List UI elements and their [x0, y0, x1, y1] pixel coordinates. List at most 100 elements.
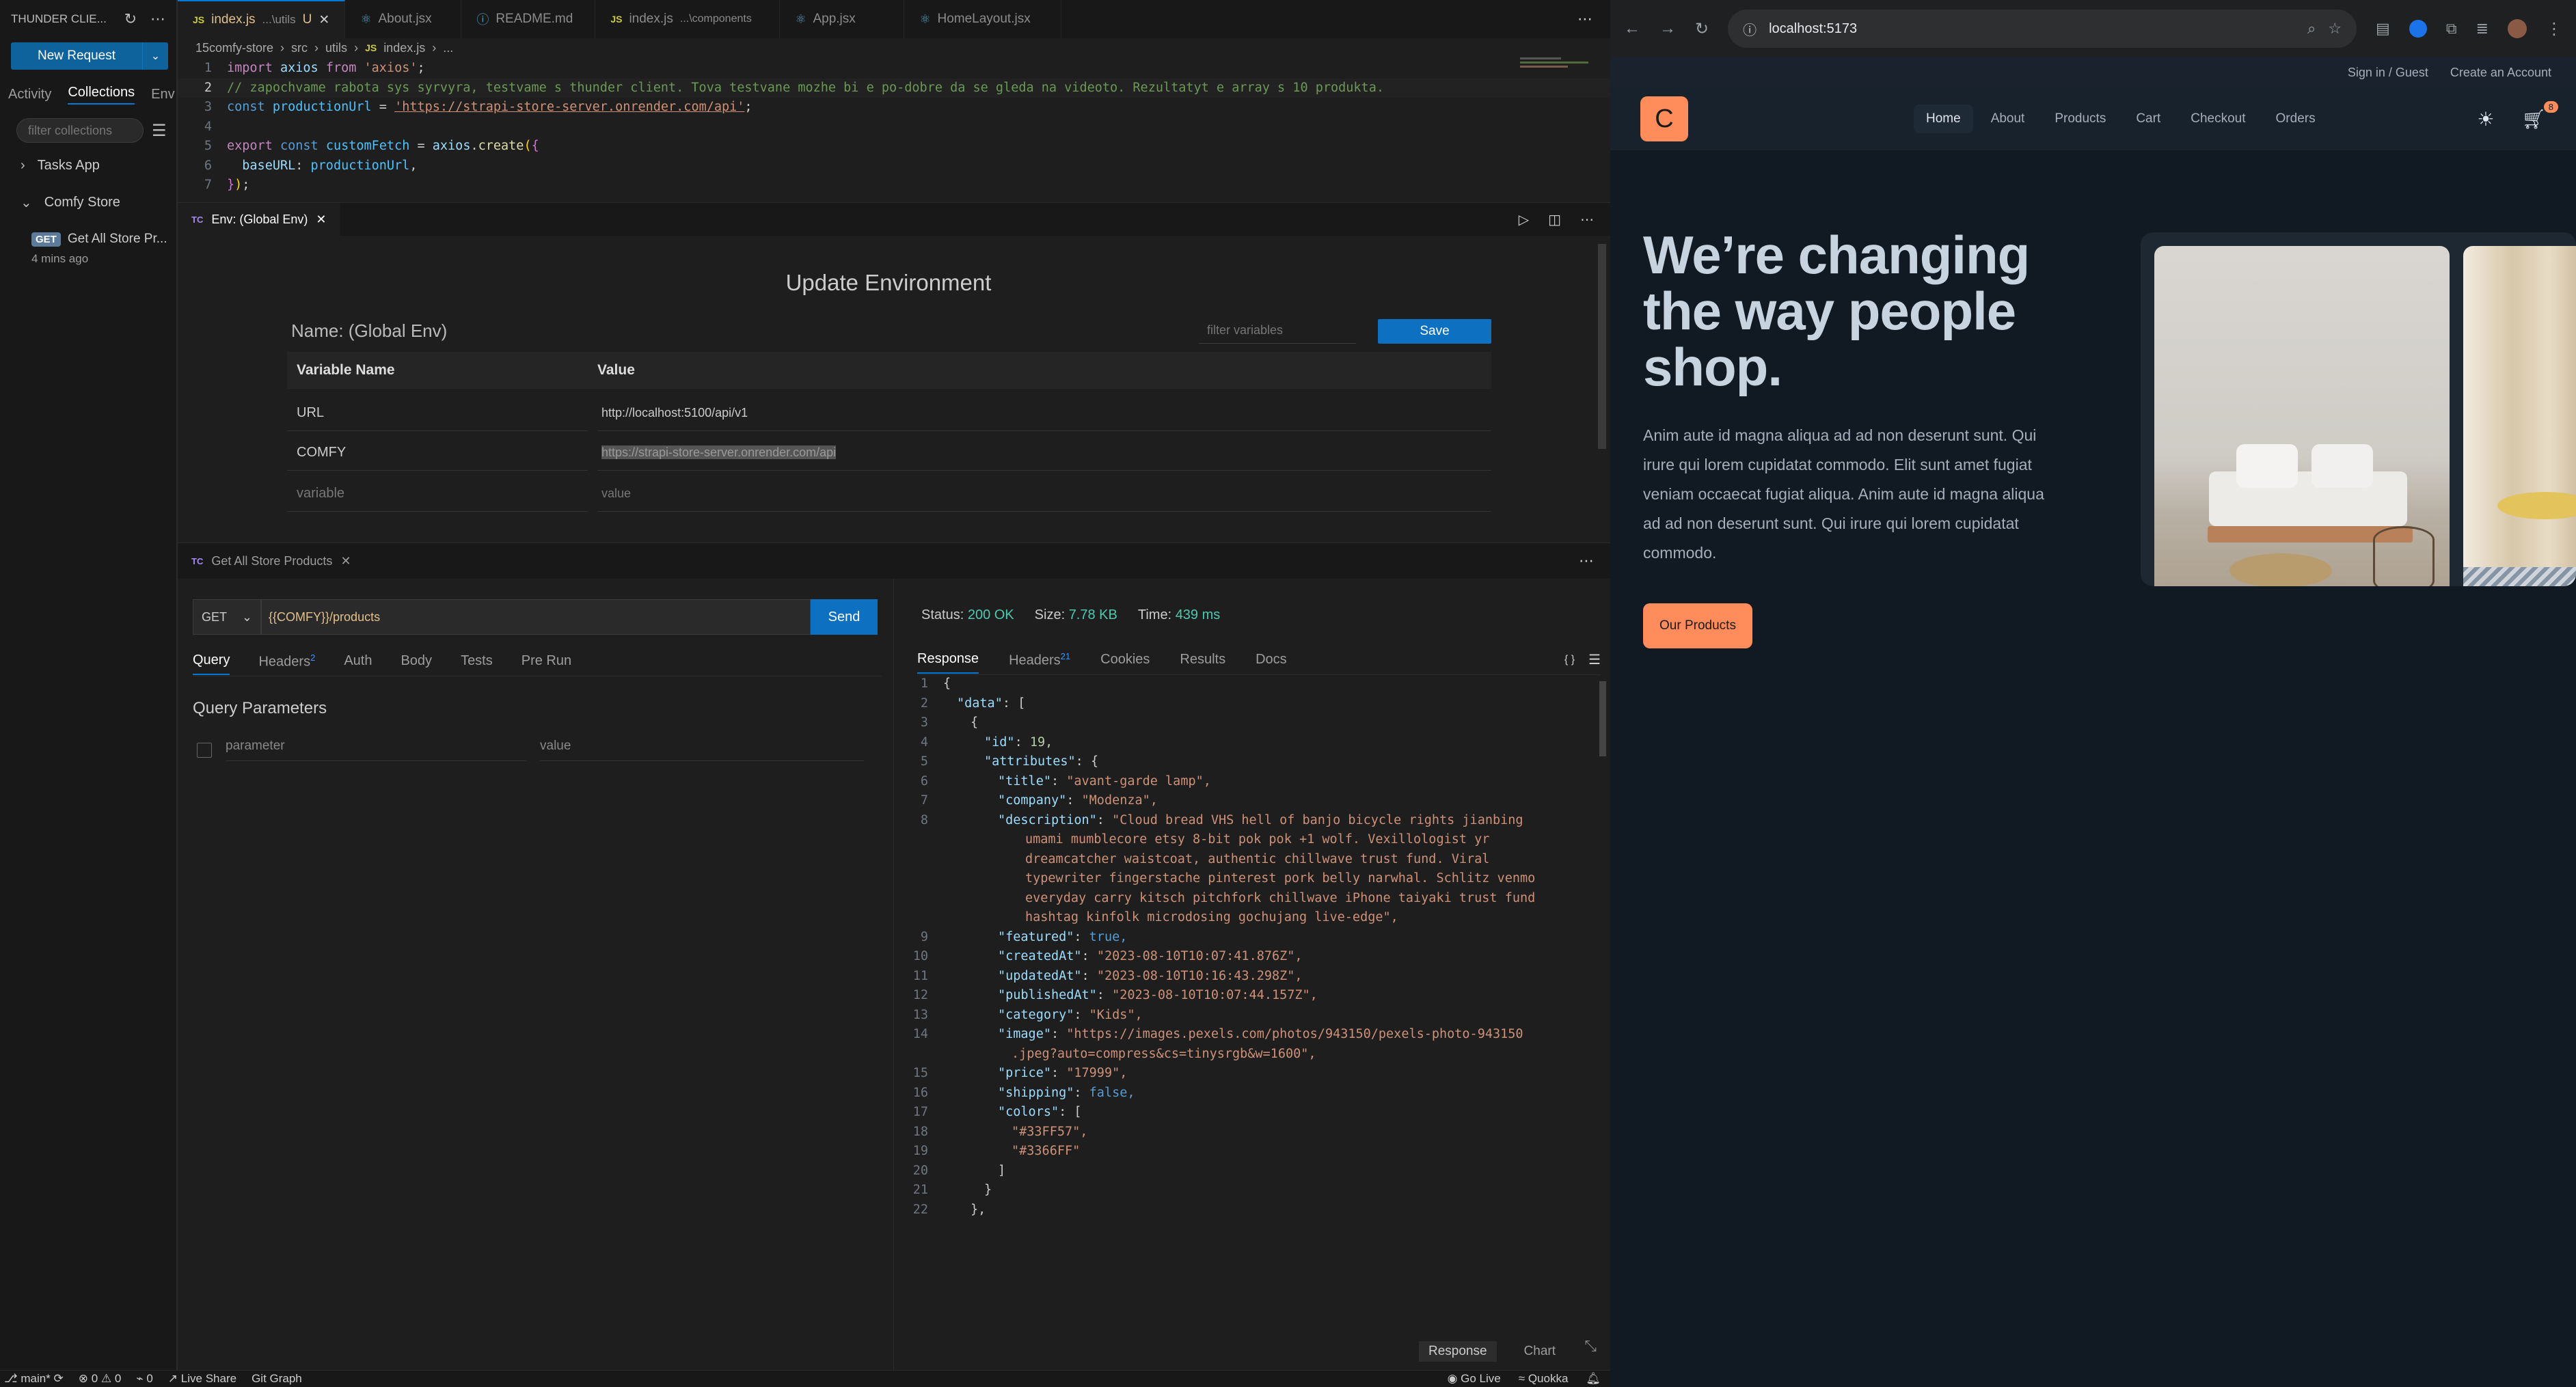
ports-indicator[interactable]: ⌁ 0 — [136, 1372, 152, 1386]
url-input[interactable] — [261, 599, 811, 635]
tab-headers[interactable]: Headers2 — [258, 653, 315, 676]
breadcrumb-item[interactable]: 15comfy-store — [195, 41, 273, 55]
save-button[interactable]: Save — [1378, 319, 1491, 344]
bell-icon[interactable]: 🔔︎ — [1586, 1372, 1601, 1386]
new-request-button[interactable]: New Request — [11, 42, 142, 70]
extensions-puzzle-icon[interactable]: ⧉ — [2446, 20, 2457, 38]
nav-about[interactable]: About — [1979, 105, 2037, 133]
tab-tests[interactable]: Tests — [461, 653, 493, 674]
variable-name[interactable]: COMFY — [287, 434, 588, 471]
bookmark-star-icon[interactable]: ☆ — [2328, 20, 2342, 38]
tab-index-js-components[interactable]: JS index.js ...\components — [595, 0, 781, 38]
close-icon[interactable]: ✕ — [340, 554, 351, 568]
refresh-icon[interactable]: ↻ — [124, 10, 137, 28]
bottom-tab-chart[interactable]: Chart — [1524, 1344, 1556, 1359]
code-editor[interactable]: 1 import axios from 'axios'; 2 // zapochva… — [178, 59, 1610, 195]
tab-about-jsx[interactable]: ⚛ About.jsx — [345, 0, 462, 38]
git-graph[interactable]: Git Graph — [252, 1372, 302, 1386]
tab-search-icon[interactable]: ≣ — [2476, 20, 2489, 38]
profile-avatar[interactable] — [2508, 19, 2527, 38]
response-json[interactable]: 1{2 "data": [3{4 "id": 19, 5 "attributes": {… — [894, 674, 1598, 1218]
tab-app-jsx[interactable]: ⚛ App.jsx — [780, 0, 905, 38]
tab-env[interactable]: Env — [151, 87, 174, 102]
value-input[interactable]: value — [540, 739, 864, 761]
create-account-link[interactable]: Create an Account — [2450, 66, 2551, 80]
more-actions-icon[interactable]: ⋯ — [1577, 10, 1610, 28]
variable-name[interactable]: URL — [287, 394, 588, 431]
variable-value-cell[interactable]: https://strapi-store-server.onrender.com… — [597, 434, 1491, 471]
tab-readme-md[interactable]: ⓘ README.md — [461, 0, 596, 38]
live-share[interactable]: ↗ Live Share — [168, 1372, 236, 1386]
nav-home[interactable]: Home — [1914, 105, 1973, 133]
breadcrumb-item[interactable]: ... — [443, 41, 453, 55]
more-icon[interactable]: ⋯ — [150, 10, 165, 28]
method-select[interactable]: GET ⌄ — [193, 599, 261, 635]
request-item[interactable]: GET Get All Store Pr... 4 mins ago — [0, 211, 176, 266]
zoom-icon[interactable]: ⌕ — [2307, 20, 2316, 38]
filter-collections-input[interactable] — [16, 118, 144, 143]
cart-button[interactable]: 🛒︎ 8 — [2521, 100, 2558, 131]
reload-icon[interactable]: ↻ — [1695, 19, 1709, 39]
back-icon[interactable]: ← — [1624, 19, 1640, 38]
branch-indicator[interactable]: ⎇ main* ⟳ — [4, 1372, 64, 1386]
site-info-icon[interactable]: ⓘ — [1743, 19, 1757, 39]
close-icon[interactable]: ✕ — [318, 12, 329, 28]
tab-get-all-store-products[interactable]: TC Get All Store Products ✕ — [178, 543, 365, 579]
run-icon[interactable]: ▷ — [1519, 211, 1529, 228]
new-variable-value[interactable]: value — [597, 475, 1491, 512]
collection-tasks-app[interactable]: › Tasks App — [0, 143, 176, 174]
tab-results[interactable]: Results — [1180, 652, 1225, 673]
menu-icon[interactable]: ☰ — [1588, 651, 1601, 674]
response-scrollbar[interactable] — [1599, 681, 1606, 756]
go-live[interactable]: ◉ Go Live — [1448, 1372, 1501, 1386]
new-request-dropdown[interactable]: ⌄ — [142, 42, 168, 70]
quokka[interactable]: ≈ Quokka — [1519, 1372, 1569, 1386]
tab-env-global[interactable]: TC Env: (Global Env) ✕ — [178, 203, 340, 236]
send-button[interactable]: Send — [811, 599, 878, 635]
list-menu-icon[interactable]: ☰ — [152, 121, 167, 141]
breadcrumb-item[interactable]: utils — [325, 41, 347, 55]
tab-index-js-utils[interactable]: JS index.js ...\utils U ✕ — [178, 0, 346, 38]
braces-icon[interactable]: { } — [1564, 654, 1575, 672]
more-icon[interactable]: ⋯ — [1580, 211, 1594, 228]
split-editor-icon[interactable]: ◫ — [1548, 211, 1561, 228]
nav-products[interactable]: Products — [2042, 105, 2118, 133]
breadcrumb-item[interactable]: index.js — [383, 41, 425, 55]
env-row[interactable]: COMFY https://strapi-store-server.onrend… — [287, 434, 1491, 471]
problems-indicator[interactable]: ⊗ 0 ⚠ 0 — [79, 1372, 122, 1386]
tab-response-headers[interactable]: Headers21 — [1009, 651, 1070, 674]
resize-handle-icon[interactable]: ⤡ — [1584, 1337, 1597, 1355]
param-checkbox[interactable] — [197, 742, 212, 758]
tab-pre-run[interactable]: Pre Run — [521, 653, 571, 674]
address-bar[interactable]: ⓘ localhost:5173 ⌕ ☆ — [1728, 10, 2357, 48]
more-icon[interactable]: ⋯ — [1579, 552, 1610, 570]
site-logo[interactable]: C — [1640, 96, 1688, 141]
bottom-tab-response[interactable]: Response — [1418, 1341, 1497, 1362]
nav-orders[interactable]: Orders — [2264, 105, 2328, 133]
tab-docs[interactable]: Docs — [1256, 652, 1287, 673]
minimap[interactable] — [1520, 57, 1595, 71]
tab-collections[interactable]: Collections — [68, 85, 135, 105]
hero-carousel[interactable] — [2141, 232, 2576, 586]
tab-body[interactable]: Body — [401, 653, 432, 674]
browser-menu-icon[interactable]: ⋮ — [2546, 19, 2562, 39]
our-products-button[interactable]: Our Products — [1643, 603, 1752, 648]
forward-icon[interactable]: → — [1659, 19, 1676, 38]
nav-cart[interactable]: Cart — [2124, 105, 2173, 133]
new-variable-name[interactable]: variable — [287, 475, 588, 512]
env-row[interactable]: URL http://localhost:5100/api/v1 — [287, 394, 1491, 431]
parameter-input[interactable]: parameter — [226, 739, 526, 761]
theme-toggle-icon[interactable]: ☀ — [2477, 108, 2494, 131]
tab-cookies[interactable]: Cookies — [1100, 652, 1150, 673]
variable-value[interactable]: http://localhost:5100/api/v1 — [597, 394, 1491, 431]
extension-blue-icon[interactable] — [2409, 20, 2427, 38]
tab-query[interactable]: Query — [193, 653, 230, 676]
tab-activity[interactable]: Activity — [8, 87, 51, 102]
tab-auth[interactable]: Auth — [344, 653, 372, 674]
tab-homelayout-jsx[interactable]: ⚛ HomeLayout.jsx — [904, 0, 1062, 38]
nav-checkout[interactable]: Checkout — [2178, 105, 2258, 133]
tab-response[interactable]: Response — [917, 651, 979, 674]
env-new-row[interactable]: variable value — [287, 475, 1491, 512]
collection-comfy-store[interactable]: ⌄ Comfy Store — [0, 174, 176, 211]
breadcrumb-item[interactable]: src — [291, 41, 308, 55]
